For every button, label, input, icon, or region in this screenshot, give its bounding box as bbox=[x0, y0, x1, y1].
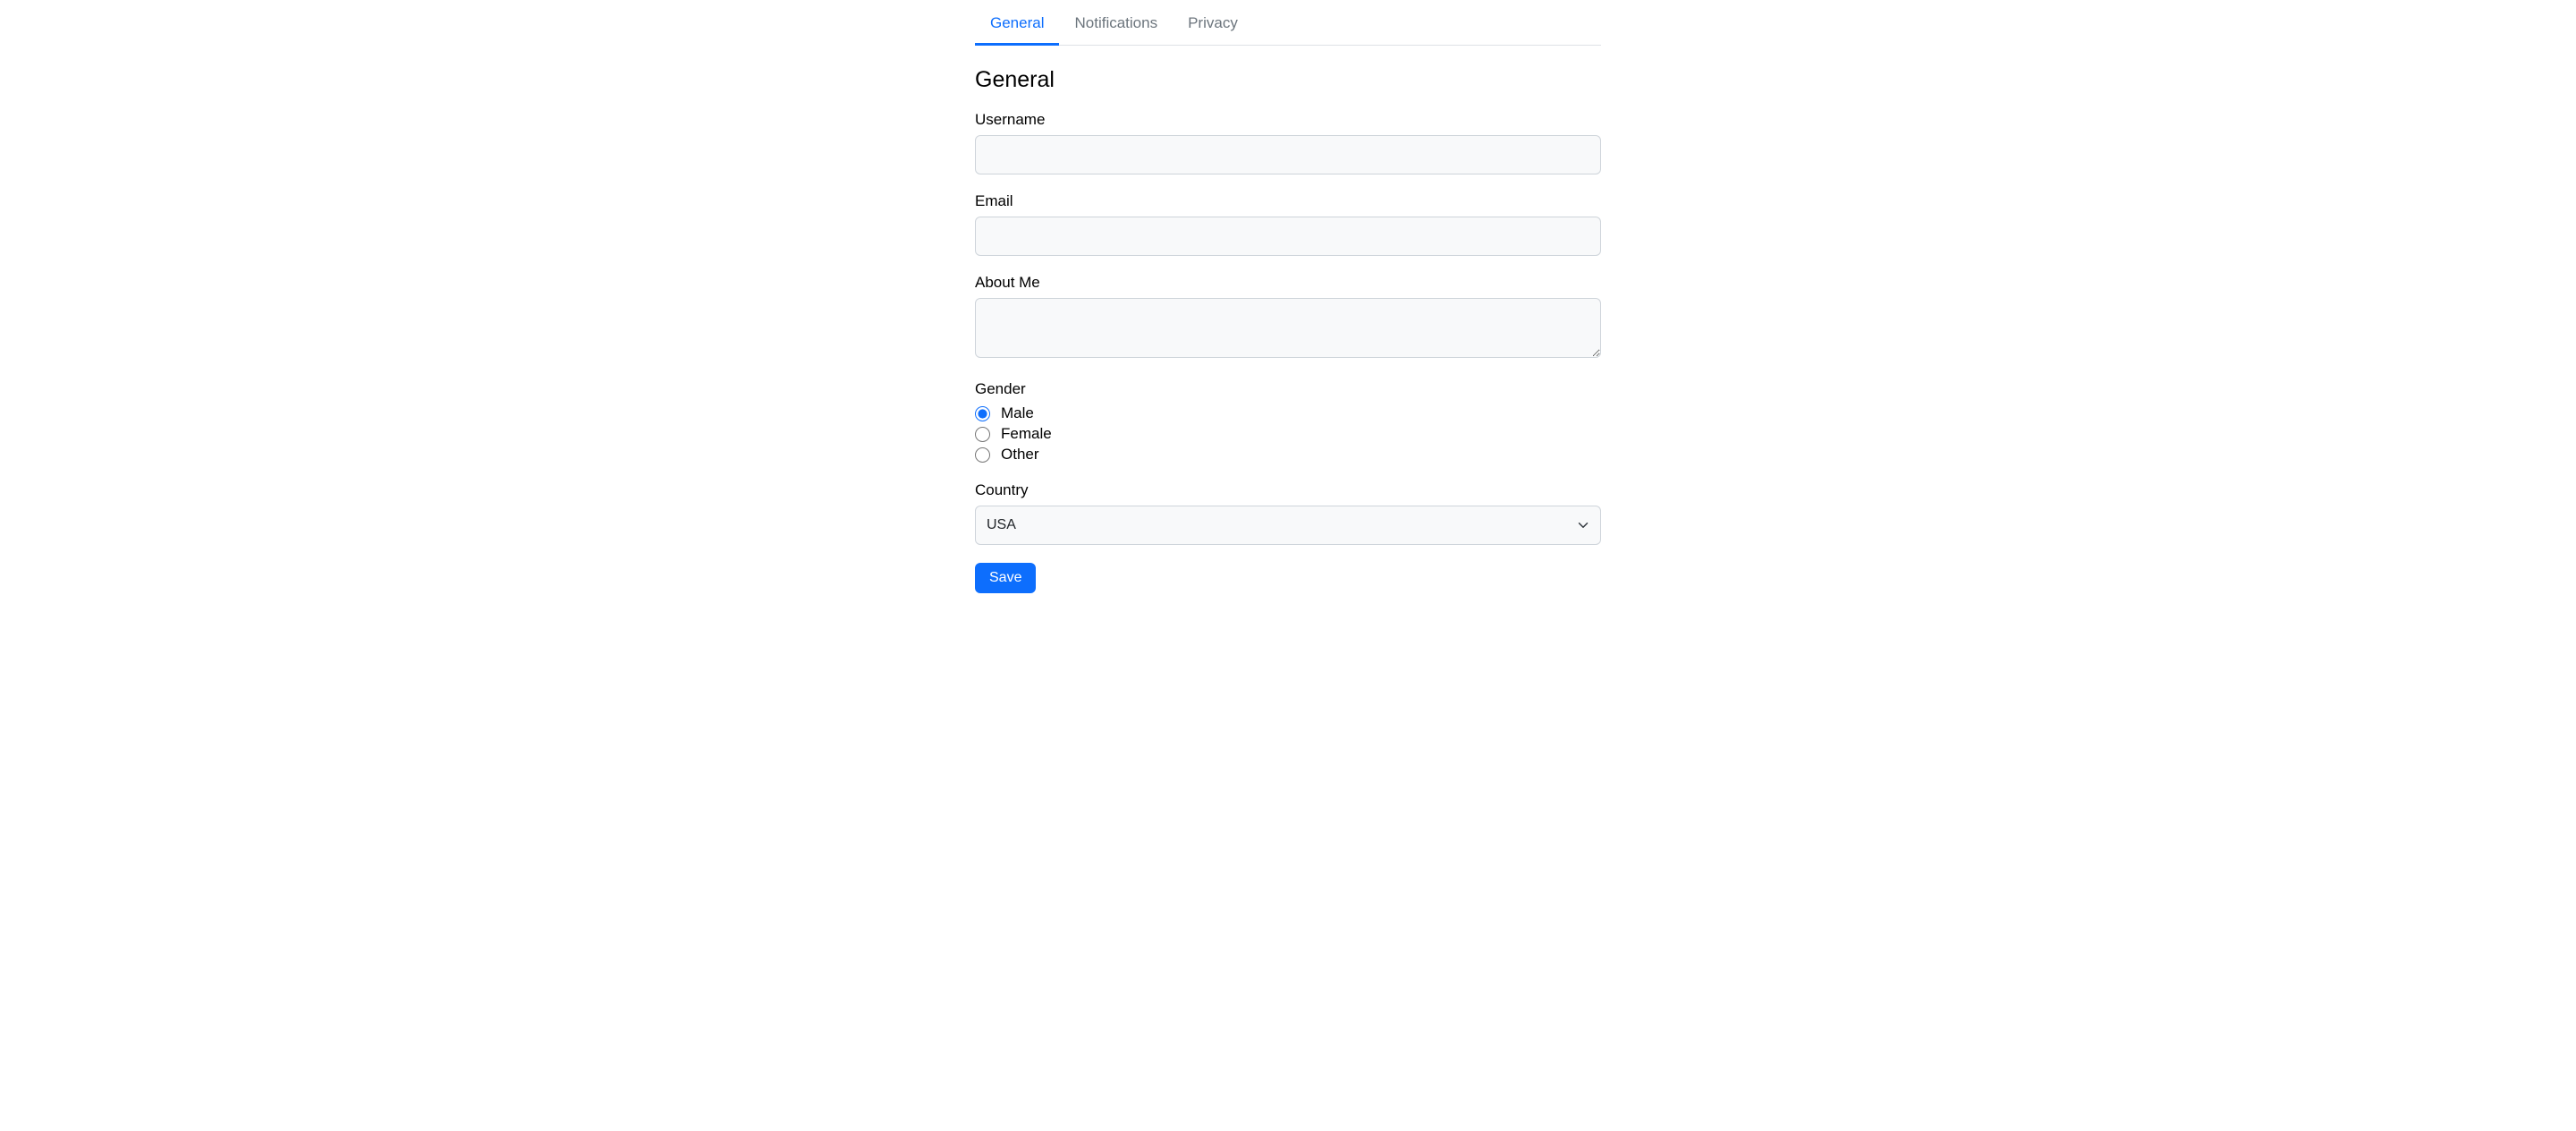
section-heading: General bbox=[975, 67, 1601, 93]
gender-radio-male[interactable] bbox=[975, 406, 990, 421]
username-label: Username bbox=[975, 111, 1601, 129]
email-label: Email bbox=[975, 192, 1601, 210]
tab-notifications[interactable]: Notifications bbox=[1059, 5, 1173, 46]
save-button[interactable]: Save bbox=[975, 563, 1036, 593]
gender-radio-female[interactable] bbox=[975, 427, 990, 442]
about-me-label: About Me bbox=[975, 274, 1601, 292]
gender-option-female[interactable]: Female bbox=[1001, 425, 1052, 443]
gender-option-male[interactable]: Male bbox=[1001, 404, 1034, 422]
settings-form-container: General Notifications Privacy General Us… bbox=[975, 0, 1601, 593]
gender-option-other[interactable]: Other bbox=[1001, 446, 1039, 463]
gender-radio-other[interactable] bbox=[975, 447, 990, 463]
username-input[interactable] bbox=[975, 135, 1601, 174]
country-label: Country bbox=[975, 481, 1601, 499]
tab-bar: General Notifications Privacy bbox=[975, 5, 1601, 46]
tab-privacy[interactable]: Privacy bbox=[1173, 5, 1253, 46]
about-me-textarea[interactable] bbox=[975, 298, 1601, 358]
tab-general[interactable]: General bbox=[975, 5, 1059, 46]
email-input[interactable] bbox=[975, 217, 1601, 256]
country-select[interactable]: USA bbox=[975, 506, 1601, 545]
gender-label: Gender bbox=[975, 380, 1601, 398]
